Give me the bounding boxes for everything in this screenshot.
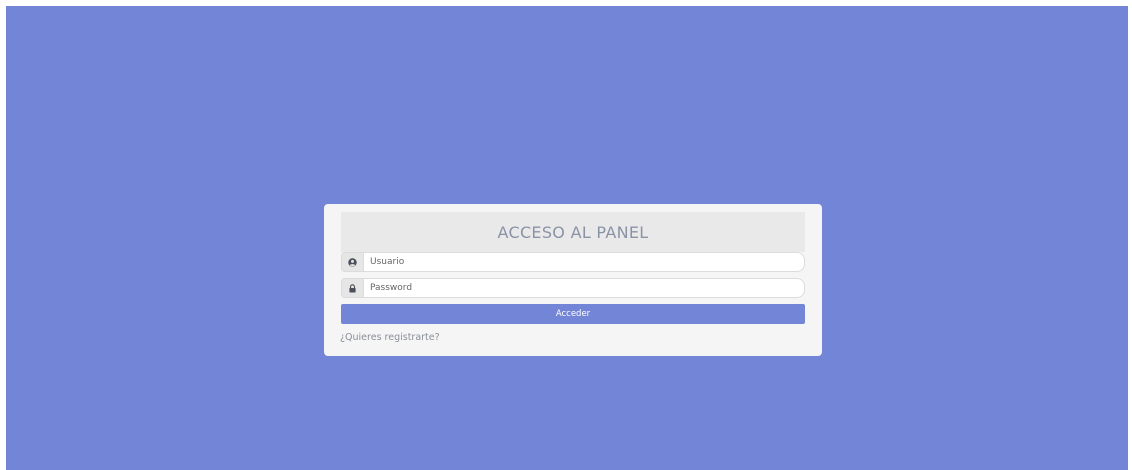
password-row (341, 278, 805, 298)
lock-icon (341, 278, 363, 298)
register-link[interactable]: ¿Quieres registrarte? (340, 332, 440, 343)
login-button[interactable]: Acceder (341, 304, 805, 324)
panel-title: ACCESO AL PANEL (341, 212, 805, 252)
username-row (341, 252, 805, 272)
password-input[interactable] (363, 278, 805, 298)
user-circle-icon (341, 252, 363, 272)
username-input[interactable] (363, 252, 805, 272)
